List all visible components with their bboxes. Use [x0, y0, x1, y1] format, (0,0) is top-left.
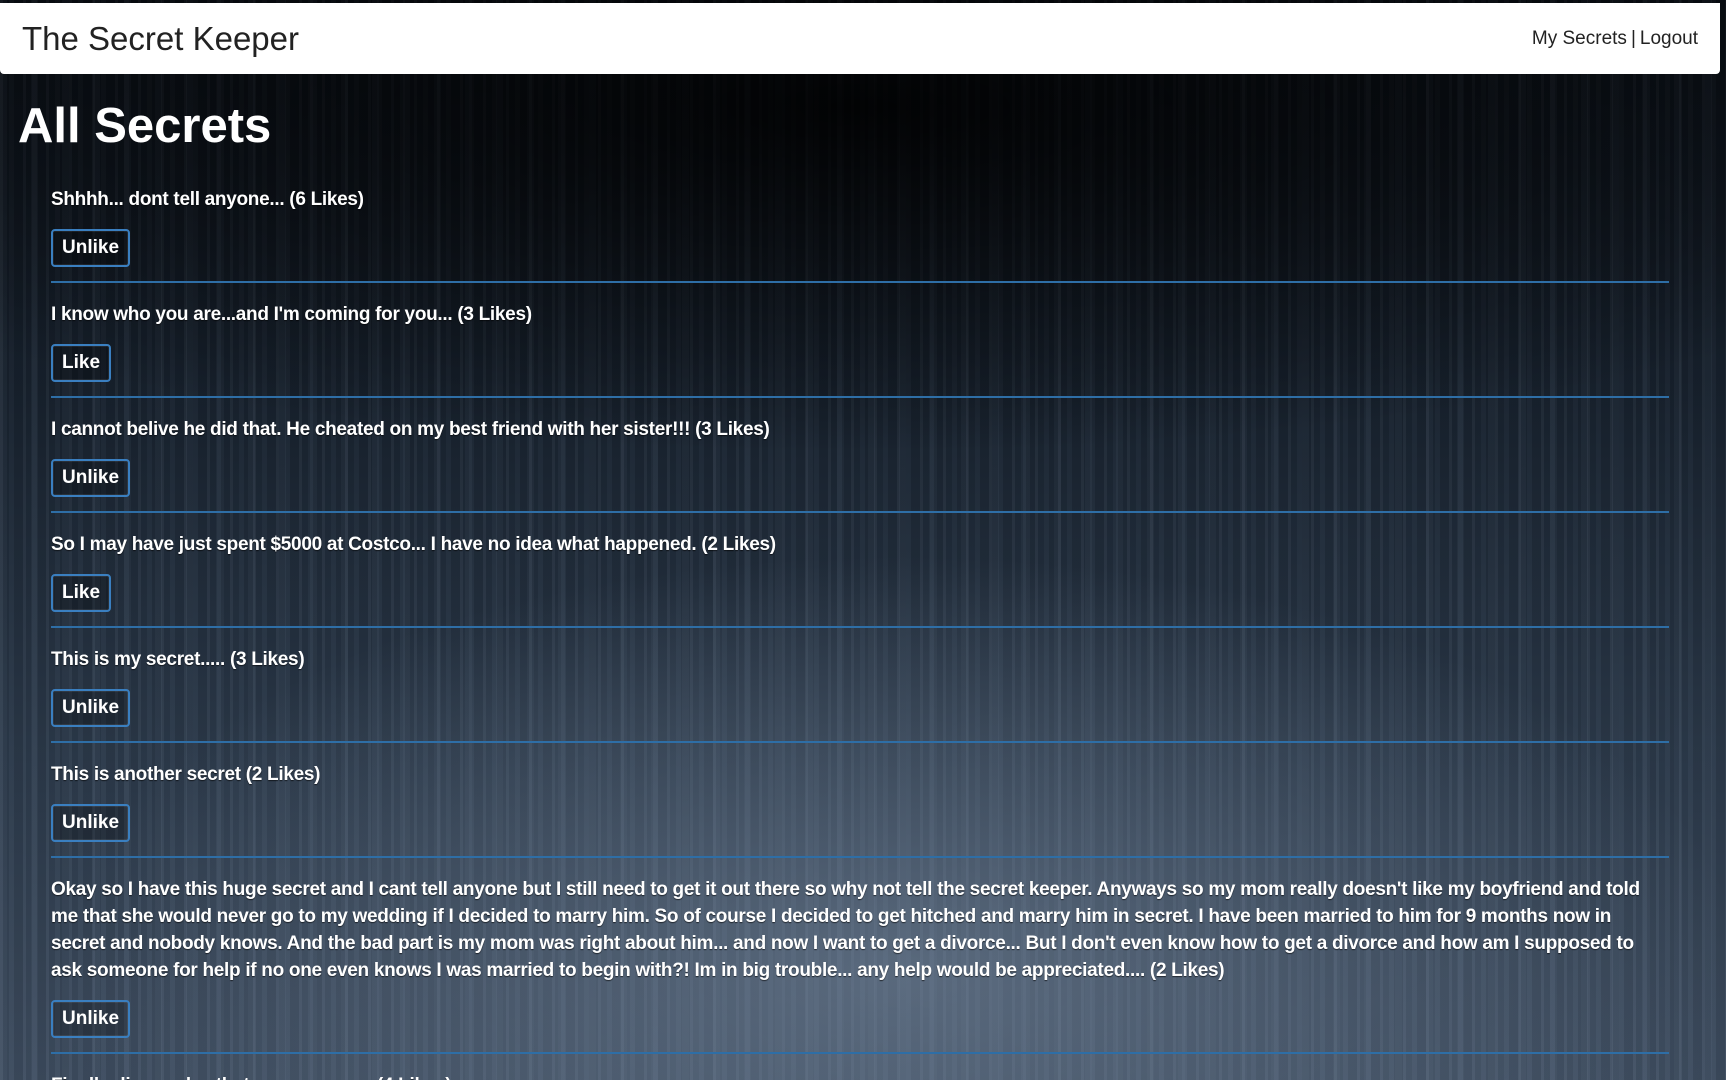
secret-item: Okay so I have this huge secret and I ca…	[51, 872, 1669, 1054]
nav-links: My Secrets | Logout	[1532, 28, 1698, 50]
secret-item: This is another secret (2 Likes) Unlike	[51, 757, 1669, 858]
secret-text: I know who you are...and I'm coming for …	[51, 304, 532, 325]
my-secrets-link[interactable]: My Secrets	[1532, 28, 1627, 49]
secret-text: Okay so I have this huge secret and I ca…	[51, 879, 1640, 981]
brand-title[interactable]: The Secret Keeper	[22, 20, 299, 58]
unlike-button[interactable]: Unlike	[51, 1000, 131, 1038]
secret-item: This is my secret..... (3 Likes) Unlike	[51, 642, 1669, 743]
like-button[interactable]: Like	[51, 574, 112, 612]
page-title: All Secrets	[18, 99, 272, 153]
like-button[interactable]: Like	[51, 344, 112, 382]
secret-item: Finally divorced.....that was a mess... …	[51, 1068, 1669, 1080]
page-background: The Secret Keeper My Secrets | Logout All …	[0, 0, 1726, 1080]
unlike-button[interactable]: Unlike	[51, 459, 131, 497]
secrets-list: Shhhh... dont tell anyone... (6 Likes) U…	[51, 182, 1669, 1080]
secret-item: Shhhh... dont tell anyone... (6 Likes) U…	[51, 182, 1669, 283]
top-navbar: The Secret Keeper My Secrets | Logout	[0, 3, 1720, 74]
unlike-button[interactable]: Unlike	[51, 804, 131, 842]
unlike-button[interactable]: Unlike	[51, 229, 131, 267]
unlike-button[interactable]: Unlike	[51, 689, 131, 727]
secret-item: So I may have just spent $5000 at Costco…	[51, 527, 1669, 628]
secret-text: So I may have just spent $5000 at Costco…	[51, 534, 776, 555]
secret-text: Shhhh... dont tell anyone... (6 Likes)	[51, 189, 364, 210]
secret-text: This is another secret (2 Likes)	[51, 764, 321, 785]
logout-link[interactable]: Logout	[1640, 28, 1698, 49]
nav-separator: |	[1630, 28, 1636, 49]
secret-item: I know who you are...and I'm coming for …	[51, 297, 1669, 398]
secret-text: This is my secret..... (3 Likes)	[51, 649, 305, 670]
secret-text: I cannot belive he did that. He cheated …	[51, 419, 770, 440]
secret-text: Finally divorced.....that was a mess... …	[51, 1072, 1669, 1080]
secret-item: I cannot belive he did that. He cheated …	[51, 412, 1669, 513]
